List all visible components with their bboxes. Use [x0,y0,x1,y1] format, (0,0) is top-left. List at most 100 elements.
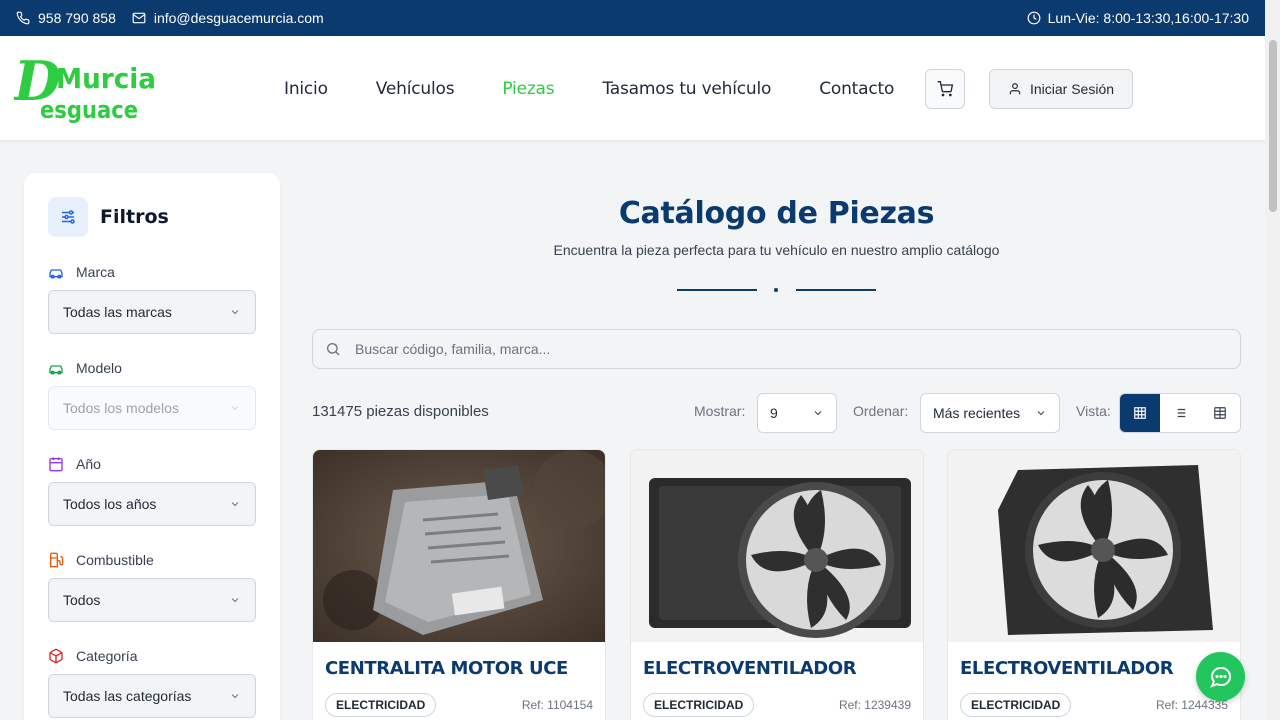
nav-vehiculos[interactable]: Vehículos [376,79,455,99]
filter-categoria: Categoría Todas las categorías [48,646,256,718]
card-title[interactable]: ELECTROVENTILADOR [960,658,1174,679]
filter-marca-label: Marca [76,264,115,280]
filter-categoria-label: Categoría [76,648,138,664]
product-image-fan[interactable] [948,450,1240,642]
chevron-down-icon [231,310,239,315]
chevron-down-icon [231,502,239,507]
phone-contact[interactable]: 958 790 858 [16,10,116,26]
product-image-ecu[interactable] [313,450,605,642]
product-card[interactable]: CENTRALITA MOTOR UCE ELECTRICIDAD Ref: 1… [312,449,606,720]
anio-select-value: Todos los años [63,496,157,512]
results-count: 131475 piezas disponibles [312,403,489,420]
phone-icon [16,11,30,25]
modelo-select[interactable]: Todos los modelos [48,386,256,430]
scrollbar-thumb[interactable] [1269,40,1277,212]
anio-select[interactable]: Todos los años [48,482,256,526]
show-select[interactable]: 9 [757,393,837,433]
filter-modelo-label: Modelo [76,360,122,376]
main-nav: Inicio Vehículos Piezas Tasamos tu vehíc… [260,36,918,141]
show-select-value: 9 [770,405,778,421]
mail-icon [132,12,146,24]
view-toggle [1119,393,1241,433]
page-subtitle: Encuentra la pieza perfecta para tu vehí… [553,242,1000,258]
hours-text: Lun-Vie: 8:00-13:30,16:00-17:30 [1047,10,1249,26]
login-button[interactable]: Iniciar Sesión [989,69,1133,109]
nav-piezas[interactable]: Piezas [502,79,554,99]
marca-select[interactable]: Todas las marcas [48,290,256,334]
product-card[interactable]: ELECTROVENTILADOR ELECTRICIDAD Ref: 1239… [630,449,924,720]
page-title: Catálogo de Piezas [618,196,935,231]
box-icon [49,648,63,664]
categoria-select-value: Todas las categorías [63,688,192,704]
grid-view-button[interactable] [1120,394,1160,432]
chevron-down-icon [1037,411,1045,416]
calendar-icon [49,457,63,472]
categoria-select[interactable]: Todas las categorías [48,674,256,718]
marca-select-value: Todas las marcas [63,304,172,320]
title-divider-dot [774,288,778,292]
page-scrollbar[interactable] [1265,0,1280,720]
site-header: D Murcia esguace Inicio Vehículos Piezas… [0,36,1265,141]
search-bar [312,329,1241,369]
chevron-down-icon [231,694,239,699]
view-label: Vista: [1076,403,1111,419]
order-select-value: Más recientes [933,405,1021,421]
table-view-button[interactable] [1200,394,1240,432]
category-badge: ELECTRICIDAD [960,693,1072,717]
logo-graphic: D Murcia esguace [12,49,156,124]
filter-combustible-label: Combustible [76,552,154,568]
email-address: info@desguacemurcia.com [153,10,324,26]
filters-sidebar: Filtros Marca Todas las marcas Modelo To… [24,173,280,720]
list-icon [1174,408,1186,418]
clock-icon [1027,11,1041,25]
show-label: Mostrar: [694,403,746,419]
category-badge: ELECTRICIDAD [643,693,755,717]
combustible-select-value: Todos [63,592,101,608]
phone-number: 958 790 858 [38,10,116,26]
car-icon [49,269,63,279]
product-image-fan[interactable] [631,450,923,642]
car-icon [49,365,63,375]
filter-modelo: Modelo Todos los modelos [48,358,256,430]
chevron-down-icon [814,411,822,416]
filter-combustible: Combustible Todos [48,550,256,622]
chat-button[interactable] [1196,652,1245,701]
order-label: Ordenar: [853,403,909,419]
chat-bubble-icon [1209,666,1231,688]
card-ref: Ref: 1104154 [521,698,593,712]
nav-tasamos[interactable]: Tasamos tu vehículo [602,79,771,99]
site-logo[interactable]: D Murcia esguace [12,49,164,124]
chevron-down-icon [231,598,239,603]
opening-hours: Lun-Vie: 8:00-13:30,16:00-17:30 [1027,0,1249,36]
filters-title: Filtros [100,206,169,228]
user-icon [1009,83,1021,95]
grid-icon [1134,407,1146,419]
modelo-select-value: Todos los modelos [63,400,179,416]
top-contact-bar: 958 790 858 info@desguacemurcia.com Lun-… [0,0,1280,36]
category-badge: ELECTRICIDAD [325,693,437,717]
title-divider-left [677,289,757,291]
login-label: Iniciar Sesión [1029,81,1115,97]
cart-button[interactable] [925,69,965,109]
table-icon [1214,407,1226,419]
fuel-icon [50,552,64,568]
search-input[interactable] [355,341,1205,357]
order-select[interactable]: Más recientes [920,393,1060,433]
nav-contacto[interactable]: Contacto [819,79,894,99]
card-title[interactable]: CENTRALITA MOTOR UCE [325,658,568,679]
email-contact[interactable]: info@desguacemurcia.com [132,10,324,26]
svg-text:esguace: esguace [40,96,138,124]
search-icon [327,343,340,356]
card-title[interactable]: ELECTROVENTILADOR [643,658,857,679]
filter-anio-label: Año [76,456,101,472]
filters-header: Filtros [48,197,169,237]
card-ref: Ref: 1239439 [838,698,911,712]
title-divider-right [796,289,876,291]
chevron-down-icon [231,406,239,411]
combustible-select[interactable]: Todos [48,578,256,622]
cart-icon [937,81,953,97]
filter-marca: Marca Todas las marcas [48,262,256,334]
list-view-button[interactable] [1160,394,1200,432]
nav-inicio[interactable]: Inicio [284,79,328,99]
filter-anio: Año Todos los años [48,454,256,526]
